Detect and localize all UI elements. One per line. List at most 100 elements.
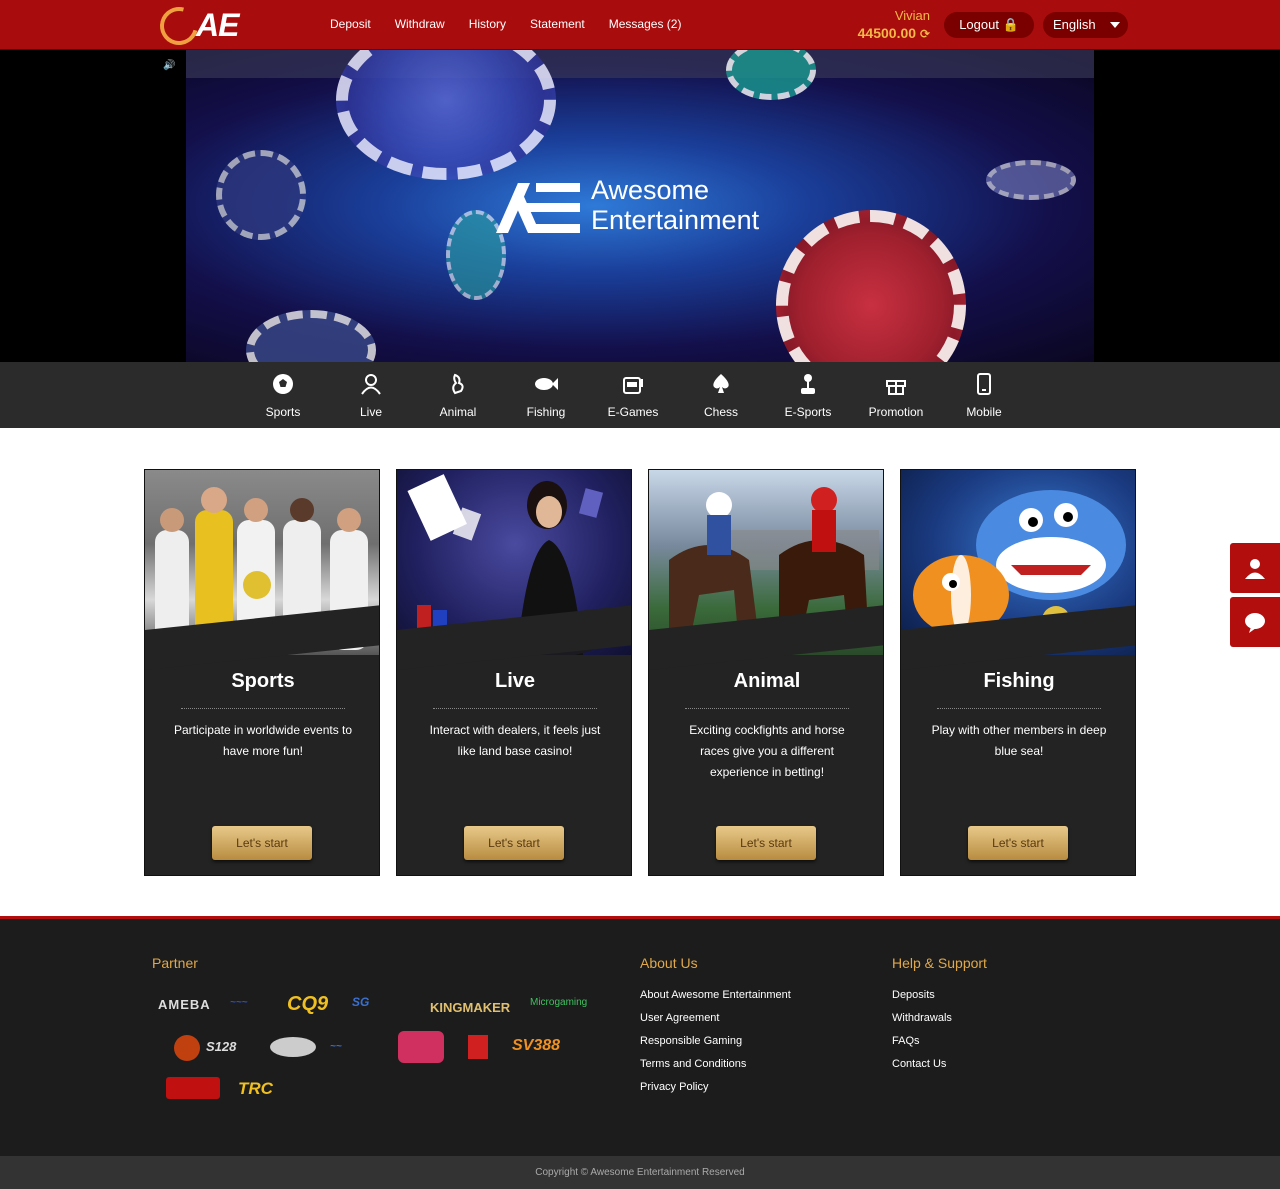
card-description: Interact with dealers, it feels just lik…	[429, 723, 601, 758]
category-live[interactable]: Live	[331, 372, 411, 419]
refresh-icon[interactable]: ⟳	[920, 27, 930, 41]
footer-link-deposits[interactable]: Deposits	[892, 989, 935, 1001]
partner-ae-sexy-icon	[398, 1031, 444, 1063]
category-label: E-Games	[607, 405, 659, 419]
partner-sports-icon	[270, 1037, 316, 1057]
spade-icon	[681, 372, 761, 396]
logo-text: AE	[196, 7, 239, 43]
main-nav: Deposit Withdraw History Statement Messa…	[330, 17, 705, 31]
card-title: Sports	[231, 670, 295, 692]
partner-logo-s128: S128	[206, 1039, 237, 1054]
poker-chip-image	[336, 50, 556, 180]
nav-deposit[interactable]: Deposit	[330, 17, 371, 31]
category-egames[interactable]: E-Games	[593, 372, 673, 419]
balance: 44500.00	[857, 25, 917, 41]
partner-logo-blue: ~~	[330, 1041, 342, 1052]
partner-logo-microgaming: Microgaming	[530, 997, 588, 1008]
logout-button[interactable]: Logout 🔒	[944, 12, 1034, 38]
fish-icon	[506, 372, 586, 396]
card-divider	[685, 708, 849, 709]
copyright-text: Copyright © Awesome Entertainment Reserv…	[0, 1156, 1280, 1189]
nav-statement[interactable]: Statement	[530, 17, 585, 31]
ae-logo[interactable]: AE	[153, 0, 250, 52]
slot-machine-icon	[593, 372, 673, 396]
speaker-icon[interactable]: 🔊	[163, 60, 175, 71]
gift-icon	[856, 372, 936, 396]
lets-start-button[interactable]: Let's start	[716, 826, 816, 860]
partner-red-icon	[468, 1035, 488, 1059]
poker-chip-image	[216, 150, 306, 240]
partner-logo-sg: SG	[352, 995, 370, 1009]
partner-logo-kingmaker: KINGMAKER	[430, 1000, 511, 1015]
rooster-icon	[418, 372, 498, 396]
footer-link-user-agreement[interactable]: User Agreement	[640, 1012, 719, 1024]
language-select[interactable]: English	[1043, 12, 1128, 38]
card-title: Live	[494, 670, 536, 692]
card-title: Animal	[733, 670, 801, 692]
poker-chip-image	[246, 310, 376, 362]
customer-service-button[interactable]	[1230, 543, 1280, 593]
lets-start-button[interactable]: Let's start	[464, 826, 564, 860]
category-label: Live	[359, 405, 382, 419]
mobile-phone-icon	[944, 372, 1024, 396]
nav-history[interactable]: History	[469, 17, 506, 31]
banner-brand: Awesome Entertainment	[496, 175, 816, 245]
partner-logo-cq9: CQ9	[287, 993, 329, 1015]
footer-link-responsible-gaming[interactable]: Responsible Gaming	[640, 1035, 742, 1047]
card-divider	[433, 708, 597, 709]
top-header: AE Deposit Withdraw History Statement Me…	[0, 0, 1280, 52]
game-card-sports[interactable]: Sports Participate in worldwide events t…	[144, 469, 380, 876]
banner-line1: Awesome	[591, 175, 710, 205]
category-fishing[interactable]: Fishing	[506, 372, 586, 419]
username: Vivian	[894, 8, 930, 23]
category-chess[interactable]: Chess	[681, 372, 761, 419]
user-info: Vivian 44500.00 ⟳	[840, 8, 930, 41]
category-sports[interactable]: Sports	[243, 372, 323, 419]
game-card-animal[interactable]: Animal Exciting cockfights and horse rac…	[648, 469, 884, 876]
footer-link-privacy[interactable]: Privacy Policy	[640, 1081, 708, 1093]
game-card-live[interactable]: Live Interact with dealers, it feels jus…	[396, 469, 632, 876]
partner-emblem-icon	[174, 1035, 200, 1061]
hero-banner[interactable]: Awesome Entertainment	[186, 50, 1094, 362]
lock-icon: 🔒	[1002, 17, 1019, 32]
footer-link-terms[interactable]: Terms and Conditions	[640, 1058, 746, 1070]
footer-link-withdrawals[interactable]: Withdrawals	[892, 1012, 952, 1024]
banner-topbar	[186, 50, 1094, 78]
ae-mark-icon	[496, 183, 580, 233]
category-mobile[interactable]: Mobile	[944, 372, 1024, 419]
category-esports[interactable]: E-Sports	[768, 372, 848, 419]
card-description: Participate in worldwide events to have …	[173, 723, 353, 758]
lets-start-button[interactable]: Let's start	[968, 826, 1068, 860]
category-label: Sports	[265, 405, 301, 419]
category-label: Mobile	[966, 405, 1002, 419]
card-divider	[937, 708, 1101, 709]
joystick-icon	[768, 372, 848, 396]
partner-logo-ameba: AMEBA	[158, 997, 211, 1012]
dealer-icon	[331, 372, 411, 396]
partner-logo-script: ~~~	[230, 997, 248, 1008]
lets-start-button[interactable]: Let's start	[212, 826, 312, 860]
category-label: Animal	[439, 405, 477, 419]
banner-line2: Entertainment	[591, 205, 760, 235]
nav-withdraw[interactable]: Withdraw	[395, 17, 445, 31]
chat-bubble-icon	[1245, 613, 1265, 633]
card-description: Play with other members in deep blue sea…	[931, 723, 1107, 758]
category-label: Promotion	[868, 405, 924, 419]
caret-down-icon	[1110, 22, 1120, 28]
line-chat-button[interactable]	[1230, 597, 1280, 647]
logout-label: Logout	[959, 17, 999, 32]
category-animal[interactable]: Animal	[418, 372, 498, 419]
category-label: Fishing	[526, 405, 566, 419]
nav-messages[interactable]: Messages (2)	[609, 17, 682, 31]
poker-chip-image	[726, 50, 816, 100]
footer-link-contact[interactable]: Contact Us	[892, 1058, 946, 1070]
game-card-fishing[interactable]: Fishing Play with other members in deep …	[900, 469, 1136, 876]
footer-link-about[interactable]: About Awesome Entertainment	[640, 989, 791, 1001]
category-bar: Sports Live Animal Fishing E-Games Chess…	[0, 362, 1280, 428]
card-divider	[181, 708, 345, 709]
soccer-ball-icon	[243, 372, 323, 396]
partner-fire-icon	[166, 1077, 220, 1099]
category-promotion[interactable]: Promotion	[856, 372, 936, 419]
category-label: Chess	[703, 405, 738, 419]
footer-link-faqs[interactable]: FAQs	[892, 1035, 920, 1047]
